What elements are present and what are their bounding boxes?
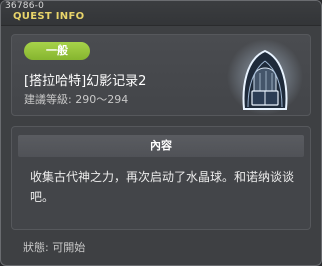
quest-status: 狀態: 可開始	[23, 241, 86, 254]
title-divider	[1, 25, 321, 26]
quest-content-panel: 內容 收集古代神之力，再次启动了水晶球。和诺纳谈谈吧。	[11, 126, 311, 230]
quest-name: [搭拉哈特]幻影记录2	[24, 74, 147, 89]
quest-header-panel: 一般 [搭拉哈特]幻影记录2 建議等級: 290～294	[11, 34, 311, 116]
npc-portrait-icon	[227, 39, 303, 115]
content-section-header: 內容	[18, 135, 304, 157]
recommended-level: 建議等級: 290～294	[24, 93, 129, 106]
quest-info-window: 36786-0 QUEST INFO 一般 [搭拉哈特]幻影记录2 建議等級: …	[0, 0, 322, 266]
quest-description: 收集古代神之力，再次启动了水晶球。和诺纳谈谈吧。	[30, 170, 295, 204]
window-title: QUEST INFO	[13, 11, 85, 22]
quest-id: 36786-0	[5, 1, 45, 11]
category-badge: 一般	[24, 42, 90, 60]
titlebar[interactable]: 36786-0 QUEST INFO	[1, 1, 321, 25]
